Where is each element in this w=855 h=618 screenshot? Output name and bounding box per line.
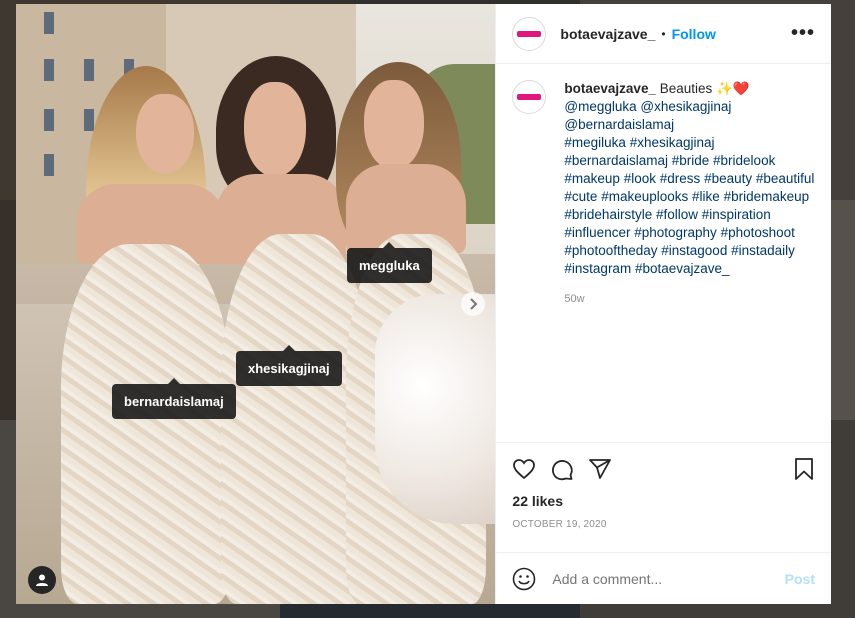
action-icons bbox=[512, 449, 815, 489]
caption-age[interactable]: 50w bbox=[564, 290, 815, 308]
post-actions: 22 likes OCTOBER 19, 2020 bbox=[496, 442, 831, 552]
post-side-panel: botaevajzave_ • Follow ••• botaevajzave_… bbox=[495, 4, 831, 604]
caption-hashtag-link[interactable]: #bridemakeup bbox=[724, 189, 810, 204]
avatar[interactable] bbox=[512, 80, 547, 114]
caption-mention-link[interactable]: @meggluka bbox=[564, 99, 636, 114]
photo-person-face bbox=[136, 94, 194, 174]
photo-person-face bbox=[364, 80, 424, 170]
caption-hashtags: #megiluka #xhesikagjinaj #bernardaislama… bbox=[564, 135, 814, 276]
caption-hashtag-link[interactable]: #xhesikagjinaj bbox=[630, 135, 715, 150]
caption-hashtag-link[interactable]: #beautiful bbox=[756, 171, 815, 186]
comments-section: botaevajzave_ Beauties ✨❤️ @meggluka @xh… bbox=[496, 64, 831, 442]
caption-hashtag-link[interactable]: #bridelook bbox=[713, 153, 775, 168]
caption-hashtag-link[interactable]: #instagram bbox=[564, 261, 631, 276]
caption-hashtag-link[interactable]: #like bbox=[692, 189, 720, 204]
photo-person-face bbox=[244, 82, 306, 177]
caption-mention-link[interactable]: @xhesikagjinaj bbox=[640, 99, 731, 114]
caption-hashtag-link[interactable]: #instadaily bbox=[731, 243, 795, 258]
post-comment-button[interactable]: Post bbox=[785, 571, 815, 587]
user-icon[interactable] bbox=[28, 566, 56, 594]
paper-plane-icon[interactable] bbox=[588, 457, 612, 481]
caption: botaevajzave_ Beauties ✨❤️ @meggluka @xh… bbox=[512, 80, 815, 308]
photo-tag-bernardaislamaj[interactable]: bernardaislamaj bbox=[112, 378, 236, 419]
add-comment-bar: Post bbox=[496, 552, 831, 604]
caption-hashtag-link[interactable]: #look bbox=[624, 171, 656, 186]
caption-mentions: @meggluka @xhesikagjinaj @bernardaislama… bbox=[564, 99, 731, 132]
more-options-icon[interactable]: ••• bbox=[791, 22, 815, 45]
bookmark-icon[interactable] bbox=[793, 457, 815, 481]
comment-icon[interactable] bbox=[550, 457, 574, 481]
caption-text: botaevajzave_ Beauties ✨❤️ @meggluka @xh… bbox=[564, 80, 815, 308]
post-header: botaevajzave_ • Follow ••• bbox=[496, 4, 831, 64]
separator-dot: • bbox=[661, 26, 666, 41]
post-photo[interactable]: meggluka xhesikagjinaj bernardaislamaj bbox=[16, 4, 496, 604]
photo-dress-ruffle bbox=[375, 294, 496, 524]
caption-username[interactable]: botaevajzave_ bbox=[564, 81, 656, 96]
caption-hashtag-link[interactable]: #photooftheday bbox=[564, 243, 657, 258]
comment-input[interactable] bbox=[550, 569, 785, 588]
post-username[interactable]: botaevajzave_ bbox=[560, 26, 655, 42]
photo-tag-xhesikagjinaj[interactable]: xhesikagjinaj bbox=[236, 345, 342, 386]
avatar[interactable] bbox=[512, 16, 547, 51]
post-date: OCTOBER 19, 2020 bbox=[512, 519, 607, 530]
caption-hashtag-link[interactable]: #makeup bbox=[564, 171, 620, 186]
caption-hashtag-link[interactable]: #bride bbox=[672, 153, 710, 168]
caption-hashtag-link[interactable]: #instagood bbox=[661, 243, 727, 258]
caption-hashtag-link[interactable]: #megiluka bbox=[564, 135, 626, 150]
caption-emoji: ✨❤️ bbox=[716, 81, 750, 96]
caption-hashtag-link[interactable]: #influencer bbox=[564, 225, 630, 240]
photo-tag-meggluka[interactable]: meggluka bbox=[347, 242, 432, 283]
caption-hashtag-link[interactable]: #dress bbox=[660, 171, 701, 186]
caption-hashtag-link[interactable]: #bernardaislamaj bbox=[564, 153, 668, 168]
caption-hashtag-link[interactable]: #botaevajzave_ bbox=[635, 261, 730, 276]
follow-button[interactable]: Follow bbox=[672, 26, 716, 42]
caption-hashtag-link[interactable]: #makeuplooks bbox=[601, 189, 688, 204]
caption-hashtag-link[interactable]: #follow bbox=[656, 207, 698, 222]
caption-mention-link[interactable]: @bernardaislamaj bbox=[564, 117, 674, 132]
chevron-right-icon[interactable] bbox=[461, 292, 485, 316]
heart-icon[interactable] bbox=[512, 457, 536, 481]
caption-hashtag-link[interactable]: #photoshoot bbox=[721, 225, 795, 240]
caption-title: Beauties bbox=[659, 81, 713, 96]
caption-hashtag-link[interactable]: #photography bbox=[634, 225, 717, 240]
photo-person-dress bbox=[61, 244, 231, 604]
likes-count[interactable]: 22 likes bbox=[512, 493, 815, 509]
post-modal: meggluka xhesikagjinaj bernardaislamaj b… bbox=[16, 4, 831, 604]
caption-hashtag-link[interactable]: #cute bbox=[564, 189, 597, 204]
emoji-icon[interactable] bbox=[512, 567, 536, 591]
caption-hashtag-link[interactable]: #beauty bbox=[704, 171, 752, 186]
caption-hashtag-link[interactable]: #inspiration bbox=[702, 207, 771, 222]
caption-hashtag-link[interactable]: #bridehairstyle bbox=[564, 207, 652, 222]
